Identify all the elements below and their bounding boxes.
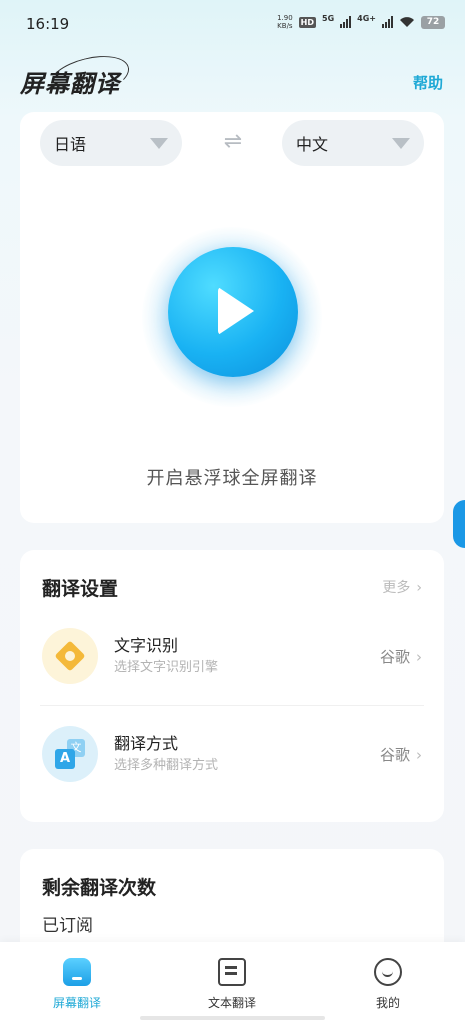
setting-row-title: 文字识别 xyxy=(114,636,179,655)
mode-icon-char-a: A xyxy=(55,749,75,769)
caret-down-icon xyxy=(392,138,410,149)
floating-ball-handle[interactable] xyxy=(453,500,465,548)
ocr-icon xyxy=(42,628,98,684)
hd-icon: HD xyxy=(298,16,317,28)
start-floating-ball-button[interactable] xyxy=(168,247,298,377)
network-speed: 1.90 KB/s xyxy=(277,14,293,30)
row-divider xyxy=(40,705,424,706)
chevron-right-icon: › xyxy=(416,648,422,666)
translate-control-card: 日语 ⇌ 中文 开启悬浮球全屏翻译 xyxy=(20,112,444,523)
profile-icon xyxy=(374,958,402,986)
setting-row-title: 翻译方式 xyxy=(114,734,179,753)
wifi-icon xyxy=(400,17,414,27)
target-language-select[interactable]: 中文 xyxy=(282,120,424,166)
screen-translate-icon xyxy=(63,958,91,986)
nav-label: 屏幕翻译 xyxy=(52,996,101,1010)
settings-more-link[interactable]: 更多 › xyxy=(382,577,422,597)
setting-row-subtitle: 选择文字识别引擎 xyxy=(114,660,219,675)
signal-icon-2 xyxy=(382,16,393,28)
status-time: 16:19 xyxy=(26,15,70,33)
caret-down-icon xyxy=(150,138,168,149)
play-icon xyxy=(218,287,254,335)
setting-row-subtitle: 选择多种翻译方式 xyxy=(114,758,219,773)
chevron-right-icon: › xyxy=(416,580,422,596)
app-title: 屏幕翻译 xyxy=(20,69,120,98)
nav-screen-translate[interactable]: 屏幕翻译 xyxy=(22,958,132,1011)
setting-row-value: 谷歌 › xyxy=(380,646,422,667)
text-translate-icon xyxy=(218,958,246,986)
start-floating-ball-label: 开启悬浮球全屏翻译 xyxy=(146,468,318,489)
help-link[interactable]: 帮助 xyxy=(413,72,443,93)
network-speed-value: 1.90 xyxy=(277,14,293,22)
target-language-label: 中文 xyxy=(296,135,329,154)
source-language-select[interactable]: 日语 xyxy=(40,120,182,166)
setting-row-ocr[interactable]: 文字识别 选择文字识别引擎 谷歌 › xyxy=(20,610,444,706)
subscription-status: 已订阅 xyxy=(42,916,93,936)
nav-label: 文本翻译 xyxy=(207,996,256,1010)
setting-row-value-text: 谷歌 xyxy=(379,746,410,764)
translation-settings-card: 翻译设置 更多 › 文字识别 选择文字识别引擎 谷歌 › 文 A 翻译方式 选择多种… xyxy=(20,550,444,822)
setting-row-value-text: 谷歌 xyxy=(379,648,410,666)
settings-more-label: 更多 xyxy=(382,580,411,596)
chevron-right-icon: › xyxy=(416,746,422,764)
setting-row-translate-mode[interactable]: 文 A 翻译方式 选择多种翻译方式 谷歌 › xyxy=(20,708,444,804)
home-indicator[interactable] xyxy=(140,1016,325,1020)
battery-icon: 72 xyxy=(421,15,445,29)
network-speed-unit: KB/s xyxy=(277,22,293,30)
swap-languages-icon[interactable]: ⇌ xyxy=(218,131,248,153)
nav-text-translate[interactable]: 文本翻译 xyxy=(177,958,287,1011)
settings-title: 翻译设置 xyxy=(42,578,119,600)
translate-mode-icon: 文 A xyxy=(42,726,98,782)
nav-profile[interactable]: 我的 xyxy=(333,958,443,1011)
setting-row-value: 谷歌 › xyxy=(380,744,422,765)
nav-label: 我的 xyxy=(375,996,400,1010)
net-4g-label: 4G+ xyxy=(357,13,376,23)
status-bar: 16:19 1.90 KB/s HD 5G 4G+ 72 xyxy=(0,0,465,48)
source-language-label: 日语 xyxy=(54,135,87,154)
signal-icon xyxy=(340,16,352,28)
quota-title: 剩余翻译次数 xyxy=(42,877,157,899)
net-5g-label: 5G xyxy=(322,13,335,23)
bottom-nav: 屏幕翻译 文本翻译 我的 xyxy=(0,942,465,1024)
status-icons: 1.90 KB/s HD 5G 4G+ 72 xyxy=(277,14,445,30)
